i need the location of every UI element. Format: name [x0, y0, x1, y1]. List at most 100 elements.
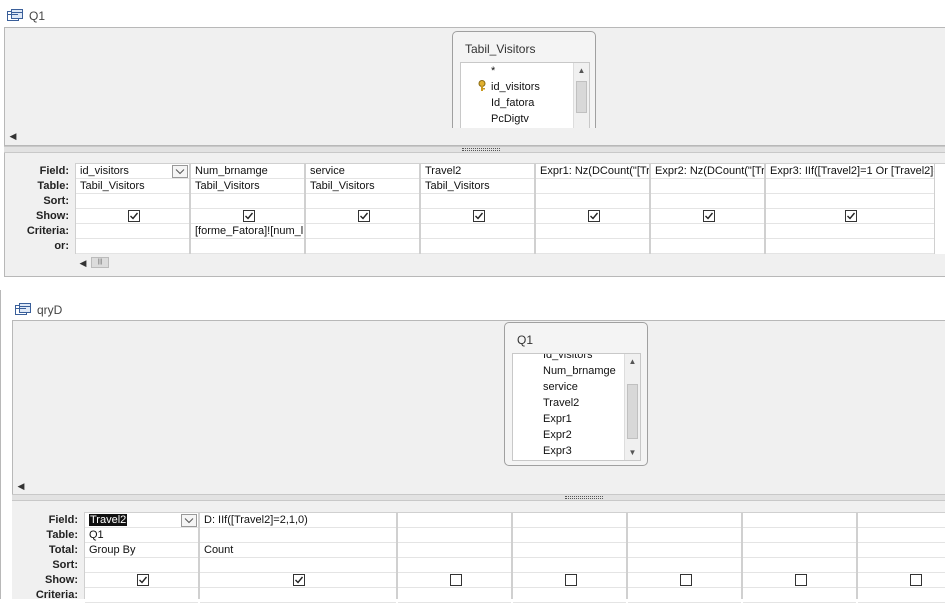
- grid-cell-total[interactable]: [858, 543, 945, 558]
- grid-cell-sort[interactable]: [306, 194, 419, 209]
- chevron-down-icon[interactable]: [181, 514, 197, 527]
- grid-column[interactable]: [397, 513, 512, 603]
- grid-cell-table[interactable]: [628, 528, 741, 543]
- field-list-scrollbar[interactable]: ▲ ▼: [624, 354, 640, 460]
- grid-cell-criteria[interactable]: [628, 588, 741, 603]
- qryd-pane-hscrollbar[interactable]: ◀: [13, 478, 945, 494]
- field-list-item[interactable]: Id_visitors: [543, 354, 593, 361]
- show-checkbox[interactable]: [127, 210, 140, 222]
- field-list-item[interactable]: Id_fatora: [491, 97, 534, 109]
- field-list-item[interactable]: Travel2: [543, 397, 579, 409]
- show-checkbox[interactable]: [472, 210, 485, 222]
- grid-column[interactable]: [627, 513, 742, 603]
- q1-titlebar[interactable]: Q1: [7, 3, 45, 29]
- show-checkbox[interactable]: [564, 574, 577, 586]
- grid-cell-or[interactable]: [651, 239, 764, 254]
- grid-cell-sort[interactable]: [536, 194, 649, 209]
- grid-cell-show[interactable]: [536, 209, 649, 224]
- field-list-item[interactable]: id_visitors: [491, 81, 540, 93]
- grid-cell-criteria[interactable]: [85, 588, 198, 603]
- grid-column[interactable]: service Tabil_Visitors: [305, 164, 420, 254]
- grid-cell-table[interactable]: Tabil_Visitors: [306, 179, 419, 194]
- grid-cell-field[interactable]: [398, 513, 511, 528]
- grid-cell-or[interactable]: [536, 239, 649, 254]
- grid-cell-show[interactable]: [421, 209, 534, 224]
- grid-cell-field[interactable]: [858, 513, 945, 528]
- grid-cell-field[interactable]: service: [306, 164, 419, 179]
- grid-cell-or[interactable]: [421, 239, 534, 254]
- grid-cell-criteria[interactable]: [766, 224, 934, 239]
- qryd-design-grid[interactable]: Travel2 Q1 Group By D: IIf([Travel2]=2,1,0)…: [84, 512, 945, 603]
- grid-cell-table[interactable]: [513, 528, 626, 543]
- grid-cell-show[interactable]: [76, 209, 189, 224]
- grid-cell-criteria[interactable]: [513, 588, 626, 603]
- show-checkbox[interactable]: [449, 574, 462, 586]
- grid-cell-show[interactable]: [858, 573, 945, 588]
- grid-cell-or[interactable]: [76, 239, 189, 254]
- table-box-tabil-visitors[interactable]: Tabil_Visitors * id_visitors Id_fatora P…: [452, 31, 596, 142]
- grid-cell-field[interactable]: id_visitors: [76, 164, 189, 179]
- grid-cell-field[interactable]: [628, 513, 741, 528]
- grid-cell-table[interactable]: [398, 528, 511, 543]
- grid-cell-criteria[interactable]: [651, 224, 764, 239]
- q1-table-pane[interactable]: Tabil_Visitors * id_visitors Id_fatora P…: [4, 27, 945, 146]
- scroll-thumb[interactable]: [627, 384, 638, 439]
- grid-cell-field[interactable]: Travel2: [85, 513, 198, 528]
- grid-cell-criteria[interactable]: [536, 224, 649, 239]
- grid-cell-or[interactable]: [306, 239, 419, 254]
- scroll-up-arrow-icon[interactable]: ▲: [625, 354, 640, 369]
- grid-cell-table[interactable]: [766, 179, 934, 194]
- show-checkbox[interactable]: [702, 210, 715, 222]
- field-list[interactable]: Id_visitors Num_brnamge service Travel2 …: [512, 353, 641, 461]
- grid-column[interactable]: [742, 513, 857, 603]
- grid-column[interactable]: [512, 513, 627, 603]
- grid-column[interactable]: Expr1: Nz(DCount("[Tr: [535, 164, 650, 254]
- grid-cell-table[interactable]: [651, 179, 764, 194]
- grid-cell-show[interactable]: [766, 209, 934, 224]
- grid-cell-total[interactable]: [398, 543, 511, 558]
- show-checkbox[interactable]: [293, 574, 305, 586]
- q1-grid-hscrollbar[interactable]: ◀ |||: [75, 255, 945, 271]
- grid-cell-show[interactable]: [200, 573, 396, 588]
- show-checkbox[interactable]: [794, 574, 807, 586]
- grid-column[interactable]: Expr2: Nz(DCount("[Tr: [650, 164, 765, 254]
- grid-cell-sort[interactable]: [858, 558, 945, 573]
- grid-column[interactable]: Travel2 Tabil_Visitors: [420, 164, 535, 254]
- grid-cell-field[interactable]: Num_brnamge: [191, 164, 304, 179]
- grid-cell-criteria[interactable]: [743, 588, 856, 603]
- grid-cell-criteria[interactable]: [858, 588, 945, 603]
- grid-cell-field[interactable]: [743, 513, 856, 528]
- grid-column[interactable]: [857, 513, 945, 603]
- grid-cell-field[interactable]: Expr1: Nz(DCount("[Tr: [536, 164, 649, 179]
- show-checkbox[interactable]: [357, 210, 370, 222]
- grid-column[interactable]: D: IIf([Travel2]=2,1,0) Count: [199, 513, 397, 603]
- splitter-grip-icon[interactable]: [462, 148, 500, 151]
- q1-pane-splitter[interactable]: [4, 146, 945, 153]
- grid-cell-sort[interactable]: [743, 558, 856, 573]
- field-list-item[interactable]: PcDigtv: [491, 113, 529, 125]
- field-list-item[interactable]: *: [491, 65, 495, 77]
- grid-cell-sort[interactable]: [421, 194, 534, 209]
- grid-cell-table[interactable]: Tabil_Visitors: [76, 179, 189, 194]
- grid-cell-criteria[interactable]: [398, 588, 511, 603]
- field-list-item[interactable]: Expr1: [543, 413, 572, 425]
- grid-cell-sort[interactable]: [398, 558, 511, 573]
- grid-cell-sort[interactable]: [191, 194, 304, 209]
- scroll-left-arrow-icon[interactable]: ◀: [7, 130, 19, 142]
- grid-cell-or[interactable]: [191, 239, 304, 254]
- grid-cell-table[interactable]: Tabil_Visitors: [421, 179, 534, 194]
- scroll-left-arrow-icon[interactable]: ◀: [77, 257, 89, 269]
- grid-column[interactable]: Travel2 Q1 Group By: [84, 513, 199, 603]
- grid-cell-total[interactable]: Count: [200, 543, 396, 558]
- grid-cell-show[interactable]: [398, 573, 511, 588]
- grid-cell-total[interactable]: Group By: [85, 543, 198, 558]
- grid-cell-show[interactable]: [513, 573, 626, 588]
- grid-cell-criteria[interactable]: [200, 588, 396, 603]
- grid-cell-field[interactable]: Expr3: IIf([Travel2]=1 Or [Travel2]=: [766, 164, 934, 179]
- splitter-grip-icon[interactable]: [565, 496, 603, 499]
- grid-cell-table[interactable]: [536, 179, 649, 194]
- table-box-q1[interactable]: Q1 Id_visitors Num_brnamge service Trave…: [504, 322, 648, 466]
- grid-cell-criteria[interactable]: [76, 224, 189, 239]
- field-list-item[interactable]: Expr3: [543, 445, 572, 457]
- qryd-table-pane[interactable]: Q1 Id_visitors Num_brnamge service Trave…: [12, 320, 945, 494]
